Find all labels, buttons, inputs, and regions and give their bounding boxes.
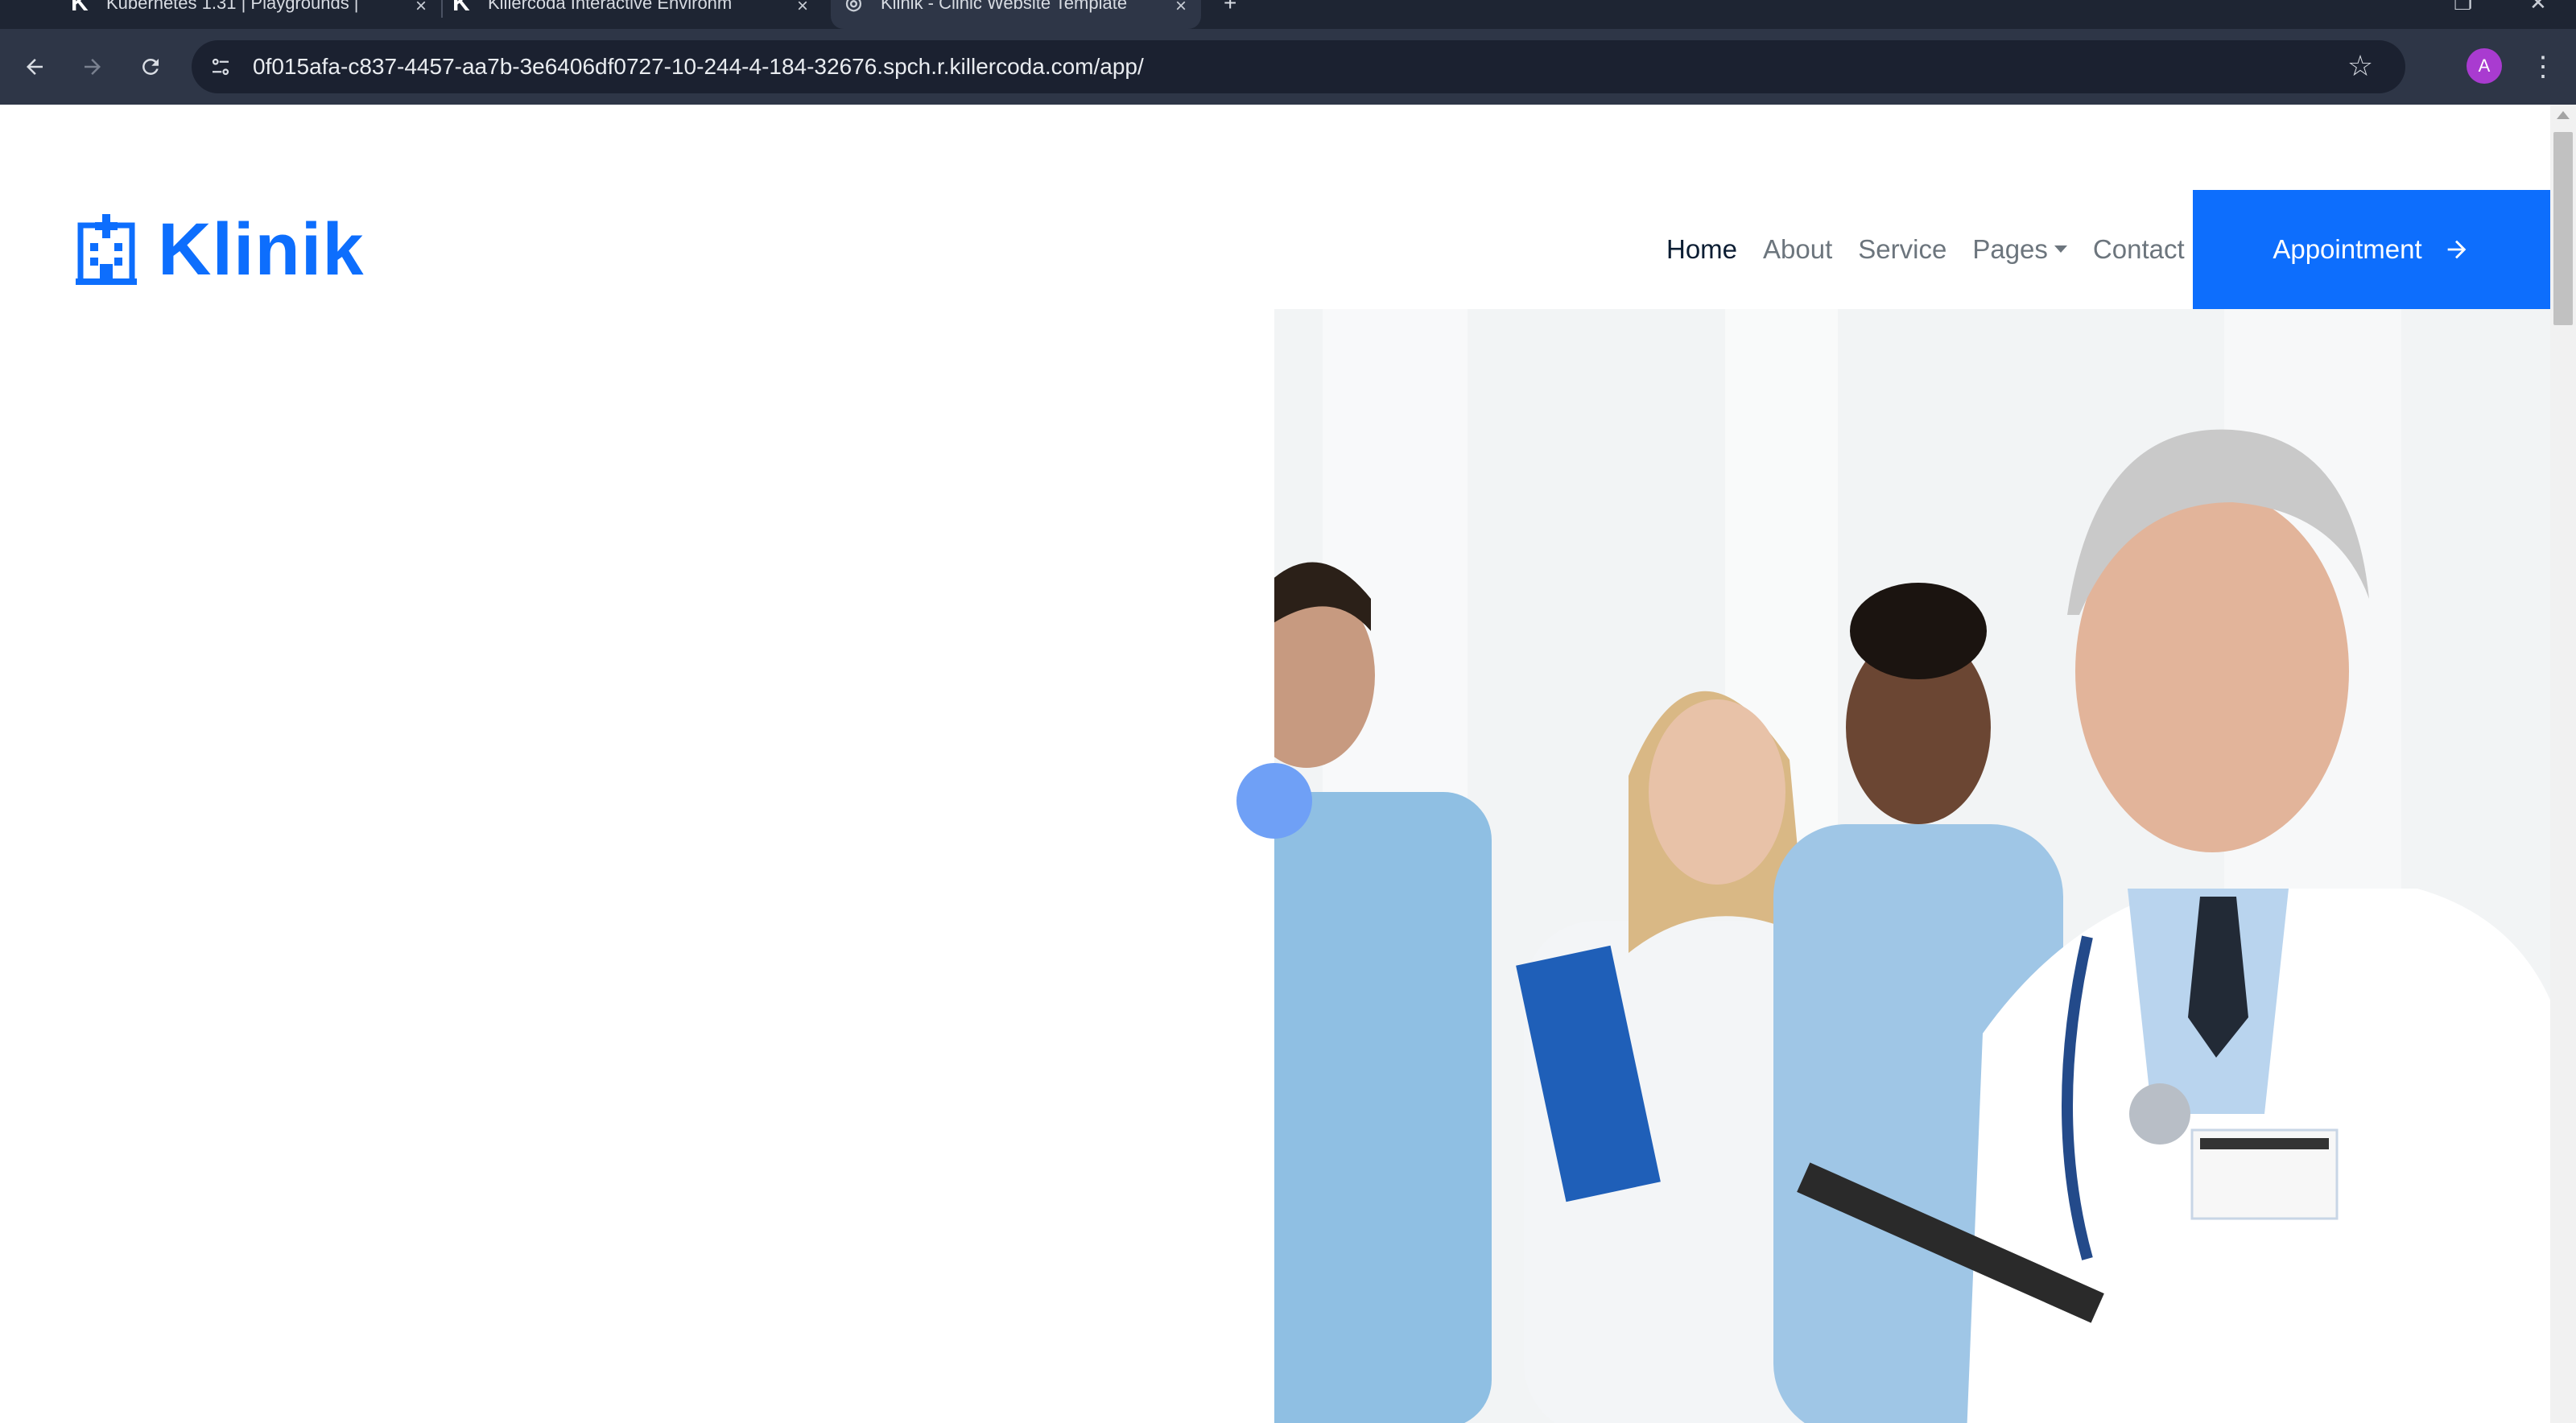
new-tab-button[interactable]: + xyxy=(1224,0,1256,29)
page-scrollbar[interactable] xyxy=(2550,105,2576,1423)
carousel-indicator[interactable] xyxy=(1236,763,1312,839)
browser-toolbar: 0f015afa-c837-4457-aa7b-3e6406df0727-10-… xyxy=(0,29,2576,105)
site-info-icon[interactable] xyxy=(203,49,238,85)
tab-title: Killercoda Interactive Environm xyxy=(488,0,733,13)
browser-menu-icon[interactable]: ⋮ xyxy=(2529,48,2557,85)
bookmark-star-icon[interactable]: ☆ xyxy=(2343,48,2378,84)
nav-about[interactable]: About xyxy=(1763,234,1832,265)
forward-arrow-icon[interactable] xyxy=(74,48,111,85)
nav-contact[interactable]: Contact xyxy=(2093,234,2185,265)
caret-down-icon xyxy=(2054,245,2067,253)
profile-initial: A xyxy=(2478,56,2491,76)
main-nav: Home About Service Pages Contact xyxy=(1666,190,2211,309)
arrow-right-icon xyxy=(2447,240,2466,259)
browser-tab-killercoda[interactable]: K Killercoda Interactive Environm × xyxy=(452,0,823,29)
killercoda-favicon-icon: K xyxy=(71,0,89,16)
close-window-icon[interactable]: ✕ xyxy=(2529,0,2547,15)
browser-tab-kubernetes[interactable]: K Kubernetes 1.31 | Playgrounds | × xyxy=(71,0,441,29)
site-navbar: Klinik Home About Service Pages Contact … xyxy=(0,190,2550,309)
scrollbar-thumb[interactable] xyxy=(2553,132,2573,325)
tab-title: Kubernetes 1.31 | Playgrounds | xyxy=(106,0,359,13)
close-tab-icon[interactable]: × xyxy=(415,0,427,18)
tab-separator xyxy=(441,0,443,18)
nav-pages-dropdown[interactable]: Pages xyxy=(1972,234,2067,265)
appointment-button[interactable]: Appointment xyxy=(2193,190,2550,309)
close-tab-icon[interactable]: × xyxy=(797,0,808,18)
doctors-illustration xyxy=(1274,309,2550,1423)
nav-pages-label: Pages xyxy=(1972,234,2048,264)
scroll-up-icon[interactable] xyxy=(2557,111,2570,119)
appointment-label: Appointment xyxy=(2273,234,2422,264)
back-arrow-icon[interactable] xyxy=(16,48,53,85)
globe-favicon-icon: ◎ xyxy=(845,0,862,14)
hospital-icon xyxy=(76,214,137,285)
brand-name: Klinik xyxy=(158,208,365,291)
url-text: 0f015afa-c837-4457-aa7b-3e6406df0727-10-… xyxy=(253,54,1144,79)
browser-tab-strip: K Kubernetes 1.31 | Playgrounds | × K Ki… xyxy=(0,0,2576,29)
tab-title: Klinik - Clinic Website Template xyxy=(881,0,1128,13)
browser-tab-klinik[interactable]: ◎ Klinik - Clinic Website Template × xyxy=(831,0,1201,29)
brand-logo[interactable]: Klinik xyxy=(76,201,364,298)
hero-image xyxy=(1274,309,2550,1423)
close-tab-icon[interactable]: × xyxy=(1175,0,1187,18)
killercoda-favicon-icon: K xyxy=(452,0,470,16)
profile-avatar[interactable]: A xyxy=(2467,48,2502,84)
address-bar[interactable]: 0f015afa-c837-4457-aa7b-3e6406df0727-10-… xyxy=(192,40,2405,93)
nav-home[interactable]: Home xyxy=(1666,234,1737,265)
page-viewport: Klinik Home About Service Pages Contact … xyxy=(0,105,2576,1423)
nav-service[interactable]: Service xyxy=(1858,234,1946,265)
restore-window-icon[interactable]: ❐ xyxy=(2454,0,2472,15)
reload-icon[interactable] xyxy=(132,48,169,85)
